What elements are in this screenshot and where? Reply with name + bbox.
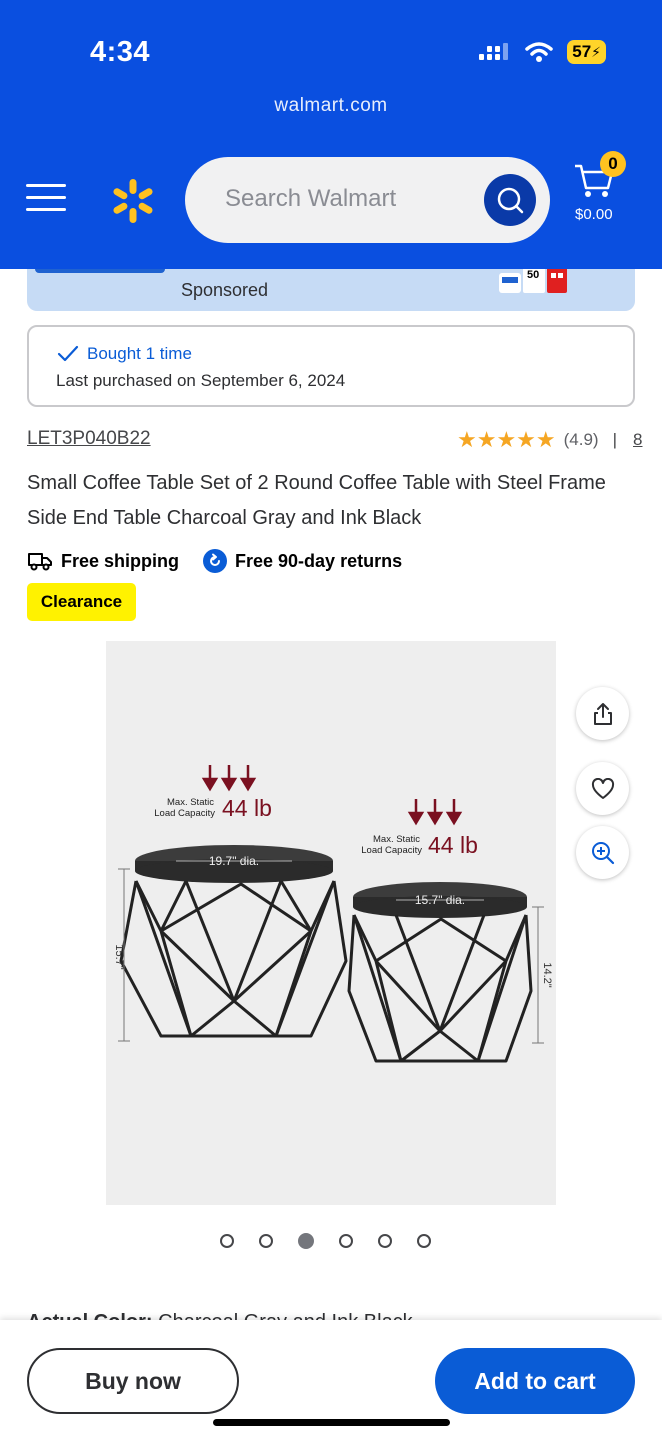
search-icon <box>497 187 524 214</box>
search-input[interactable]: Search Walmart <box>185 157 550 243</box>
add-to-cart-button[interactable]: Add to cart <box>435 1348 635 1414</box>
product-image[interactable]: Max. Static Load Capacity 44 lb Max. Sta… <box>106 641 556 1205</box>
product-title: Small Coffee Table Set of 2 Round Coffee… <box>27 472 606 529</box>
left-diameter: 19.7" dia. <box>209 854 259 868</box>
banner-graphic <box>35 269 165 273</box>
bought-count: Bought 1 time <box>57 344 192 364</box>
purchase-history-card: Bought 1 time Last purchased on Septembe… <box>27 325 635 407</box>
rating-stars-icon: ★★★★★ <box>457 427 556 452</box>
left-capacity-label-1: Max. Static <box>167 797 214 808</box>
app-header: 4:34 57 ⚡ walmart.com Search Walmart 0 $… <box>0 0 662 269</box>
heart-icon <box>591 777 614 799</box>
cart-count-badge: 0 <box>600 151 626 177</box>
bottom-action-bar: Buy now Add to cart <box>0 1320 662 1440</box>
product-photo: Max. Static Load Capacity 44 lb Max. Sta… <box>113 765 553 1063</box>
pack-count: 50 <box>527 269 540 281</box>
carousel-dot-4[interactable] <box>339 1234 353 1248</box>
clearance-badge: Clearance <box>27 583 136 621</box>
carousel-dot-6[interactable] <box>417 1234 431 1248</box>
product-rating[interactable]: ★★★★★ (4.9) | 8 <box>457 427 642 453</box>
carousel-dot-3-active[interactable] <box>298 1233 314 1249</box>
home-indicator[interactable] <box>213 1419 450 1426</box>
search-placeholder: Search Walmart <box>225 185 397 212</box>
free-shipping: Free shipping <box>27 551 179 572</box>
carousel-dot-2[interactable] <box>259 1234 273 1248</box>
cart-total: $0.00 <box>575 206 613 223</box>
bought-label: Bought 1 time <box>87 344 192 363</box>
free-returns: Free 90-day returns <box>203 549 402 573</box>
check-icon <box>57 345 79 362</box>
rating-value: (4.9) <box>563 430 599 449</box>
truck-icon <box>28 553 52 571</box>
rating-separator: | <box>612 430 618 449</box>
walmart-spark-icon[interactable] <box>108 176 158 226</box>
battery-level: 57 <box>572 42 592 61</box>
right-capacity-label-2: Load Capacity <box>361 845 422 856</box>
status-icons: 57 ⚡ <box>479 40 606 64</box>
free-returns-label: Free 90-day returns <box>235 550 403 571</box>
buy-now-button[interactable]: Buy now <box>27 1348 239 1414</box>
right-capacity-label-1: Max. Static <box>373 834 420 845</box>
favorite-button[interactable] <box>576 762 629 815</box>
browser-url[interactable]: walmart.com <box>0 95 662 117</box>
status-time: 4:34 <box>90 36 151 68</box>
right-diameter: 15.7" dia. <box>415 893 465 907</box>
carousel-dots <box>220 1233 431 1249</box>
zoom-button[interactable] <box>576 826 629 879</box>
left-height: 15.7" <box>113 944 125 969</box>
cart-button[interactable]: 0 $0.00 <box>570 151 640 224</box>
sponsored-label: Sponsored <box>181 280 269 300</box>
right-capacity-value: 44 lb <box>428 832 478 858</box>
carousel-dot-1[interactable] <box>220 1234 234 1248</box>
last-purchased-date: Last purchased on September 6, 2024 <box>56 371 346 390</box>
share-icon <box>593 702 612 725</box>
wifi-icon <box>525 42 553 62</box>
search-button[interactable] <box>484 174 536 226</box>
left-capacity-label-2: Load Capacity <box>154 808 215 819</box>
return-icon <box>203 549 228 573</box>
menu-icon[interactable] <box>26 184 66 216</box>
shipping-perks: Free shipping Free 90-day returns <box>27 549 426 573</box>
battery-icon: 57 ⚡ <box>567 40 606 64</box>
product-sku[interactable]: LET3P040B22 <box>27 428 151 450</box>
review-count[interactable]: 8 <box>633 430 642 450</box>
signal-icon <box>479 43 509 60</box>
zoom-icon <box>591 841 614 864</box>
left-capacity-value: 44 lb <box>222 795 272 821</box>
right-height: 14.2" <box>541 962 553 987</box>
free-shipping-label: Free shipping <box>61 550 180 571</box>
share-button[interactable] <box>576 687 629 740</box>
carousel-dot-5[interactable] <box>378 1234 392 1248</box>
sponsored-banner[interactable]: Sponsored 50 <box>27 269 635 311</box>
